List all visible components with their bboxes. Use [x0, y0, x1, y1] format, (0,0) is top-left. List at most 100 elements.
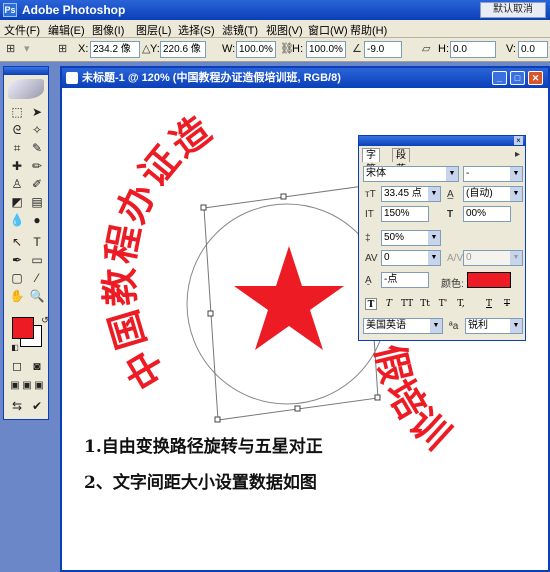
hand-tool-icon[interactable]: ✋: [8, 287, 26, 305]
menu-window[interactable]: 窗口(W): [308, 22, 348, 38]
menu-layer[interactable]: 图层(L): [136, 22, 171, 38]
menu-edit[interactable]: 编辑(E): [48, 22, 85, 38]
menu-view[interactable]: 视图(V): [266, 22, 303, 38]
path-selection-icon[interactable]: ↖: [8, 233, 26, 251]
reference-point-icon[interactable]: ⊞: [58, 42, 67, 55]
document-titlebar[interactable]: 未标题-1 @ 120% (中国教程办证造假培训班, RGB/8) _ □ ✕: [62, 68, 548, 88]
vertical-scale-icon: IT: [365, 209, 374, 220]
close-icon[interactable]: ✕: [528, 71, 543, 85]
red-star: [234, 246, 344, 350]
maximize-icon[interactable]: □: [510, 71, 525, 85]
screen-mode-full-icon[interactable]: ▣: [30, 377, 48, 395]
transform-tool-icon[interactable]: ⊞: [6, 42, 15, 55]
y-position-field[interactable]: 220.6 像: [160, 41, 206, 58]
vertical-scale-field[interactable]: 150%: [381, 206, 429, 222]
dodge-tool-icon[interactable]: ●: [28, 211, 46, 229]
menu-file[interactable]: 文件(F): [4, 22, 40, 38]
crop-tool-icon[interactable]: ⌗: [8, 139, 26, 157]
swap-colors-icon[interactable]: ↺: [36, 311, 54, 329]
height-scale-field[interactable]: 100.0%: [306, 41, 346, 58]
slice-tool-icon[interactable]: ✎: [28, 139, 46, 157]
menu-filter[interactable]: 滤镜(T): [222, 22, 258, 38]
font-style-select[interactable]: - ▼: [463, 166, 523, 182]
lasso-tool-icon[interactable]: ᘓ: [8, 121, 26, 139]
quick-mask-icon[interactable]: ◙: [28, 357, 46, 375]
foreground-color-swatch[interactable]: [12, 317, 34, 339]
eyedropper-icon[interactable]: ⁄: [28, 269, 46, 287]
photoshop-app-icon: Ps: [3, 3, 17, 17]
panel-menu-icon[interactable]: ▸: [515, 149, 520, 160]
standard-mode-icon[interactable]: ◻: [8, 357, 26, 375]
skew-icon: ▱: [422, 43, 431, 55]
tool-preset-arrow-icon[interactable]: ▾: [24, 42, 30, 55]
toolbox-header[interactable]: [4, 67, 48, 75]
tab-character[interactable]: 字符: [362, 148, 380, 175]
antialias-select[interactable]: 锐利 ▼: [465, 318, 523, 334]
transform-handle[interactable]: [280, 193, 287, 200]
x-label: X:: [78, 43, 89, 55]
character-panel-header[interactable]: ×: [359, 136, 525, 146]
underline-button[interactable]: T: [483, 298, 495, 310]
h-skew-field[interactable]: 0.0: [450, 41, 496, 58]
corner-button[interactable]: 默认取消: [480, 2, 546, 18]
kerning-icon: ‡: [365, 233, 371, 244]
minimize-icon[interactable]: _: [492, 71, 507, 85]
transform-handle[interactable]: [214, 416, 221, 423]
clone-stamp-icon[interactable]: ♙: [8, 175, 26, 193]
leading-field[interactable]: (自动) ▼: [463, 186, 523, 202]
imageready-icon[interactable]: ✔: [28, 397, 46, 415]
font-family-select[interactable]: 宋体 ▼: [363, 166, 459, 182]
menu-bar: 文件(F) 编辑(E) 图像(I) 图层(L) 选择(S) 滤镜(T) 视图(V…: [0, 20, 550, 38]
font-size-icon: ᴛT: [365, 189, 376, 200]
shape-tool-icon[interactable]: ▭: [28, 251, 46, 269]
strikethrough-button[interactable]: T: [501, 298, 513, 310]
all-caps-button[interactable]: TT: [401, 298, 413, 310]
blur-tool-icon[interactable]: 💧: [8, 211, 26, 229]
small-caps-button[interactable]: Tt: [419, 298, 431, 310]
move-tool-icon[interactable]: ➤: [28, 103, 46, 121]
type-tool-icon[interactable]: T: [28, 233, 46, 251]
notes-tool-icon[interactable]: ▢: [8, 269, 26, 287]
menu-image[interactable]: 图像(I): [92, 22, 124, 38]
menu-help[interactable]: 帮助(H): [350, 22, 387, 38]
rotation-angle-field[interactable]: -9.0: [364, 41, 402, 58]
pen-tool-icon[interactable]: ✒: [8, 251, 26, 269]
transform-handle[interactable]: [294, 405, 301, 412]
zoom-tool-icon[interactable]: 🔍: [28, 287, 46, 305]
baseline-kerning-icon: A/V: [447, 253, 464, 264]
baseline-shift-field[interactable]: -点: [381, 272, 429, 288]
faux-italic-button[interactable]: T: [383, 298, 395, 310]
antialias-icon: ªa: [449, 321, 459, 332]
feather-logo-icon[interactable]: [8, 79, 44, 99]
magic-wand-icon[interactable]: ✧: [28, 121, 46, 139]
marquee-tool-icon[interactable]: ⬚: [8, 103, 26, 121]
text-color-swatch[interactable]: [467, 272, 511, 288]
transform-handle[interactable]: [200, 204, 207, 211]
v-skew-field[interactable]: 0.0: [518, 41, 548, 58]
faux-bold-button[interactable]: T: [365, 298, 377, 310]
transform-handle[interactable]: [207, 310, 214, 317]
kerning-field[interactable]: 50% ▼: [381, 230, 441, 246]
default-colors-icon[interactable]: ◧: [6, 339, 24, 357]
language-select[interactable]: 美国英语 ▼: [363, 318, 443, 334]
brush-tool-icon[interactable]: ✏: [28, 157, 46, 175]
x-position-field[interactable]: 234.2 像: [90, 41, 140, 58]
subscript-button[interactable]: T,: [455, 298, 467, 310]
eraser-tool-icon[interactable]: ◩: [8, 193, 26, 211]
tracking-field[interactable]: 0 ▼: [381, 250, 441, 266]
width-scale-field[interactable]: 100.0%: [236, 41, 276, 58]
gradient-tool-icon[interactable]: ▤: [28, 193, 46, 211]
tab-paragraph[interactable]: 段落: [392, 148, 410, 175]
font-size-field[interactable]: 33.45 点 ▼: [381, 186, 441, 202]
healing-brush-icon[interactable]: ✚: [8, 157, 26, 175]
history-brush-icon[interactable]: ✐: [28, 175, 46, 193]
document-icon: [66, 72, 78, 84]
menu-select[interactable]: 选择(S): [178, 22, 215, 38]
superscript-button[interactable]: T': [437, 298, 449, 310]
caption-line-1: 1.自由变换路径旋转与五星对正: [84, 437, 323, 457]
caption-line-2: 2、文字间距大小设置数据如图: [84, 473, 317, 493]
jump-to-imageready-icon[interactable]: ⇆: [8, 397, 26, 415]
horizontal-scale-field[interactable]: 00%: [463, 206, 511, 222]
panel-close-icon[interactable]: ×: [514, 136, 523, 145]
height-label: H:: [292, 43, 303, 55]
